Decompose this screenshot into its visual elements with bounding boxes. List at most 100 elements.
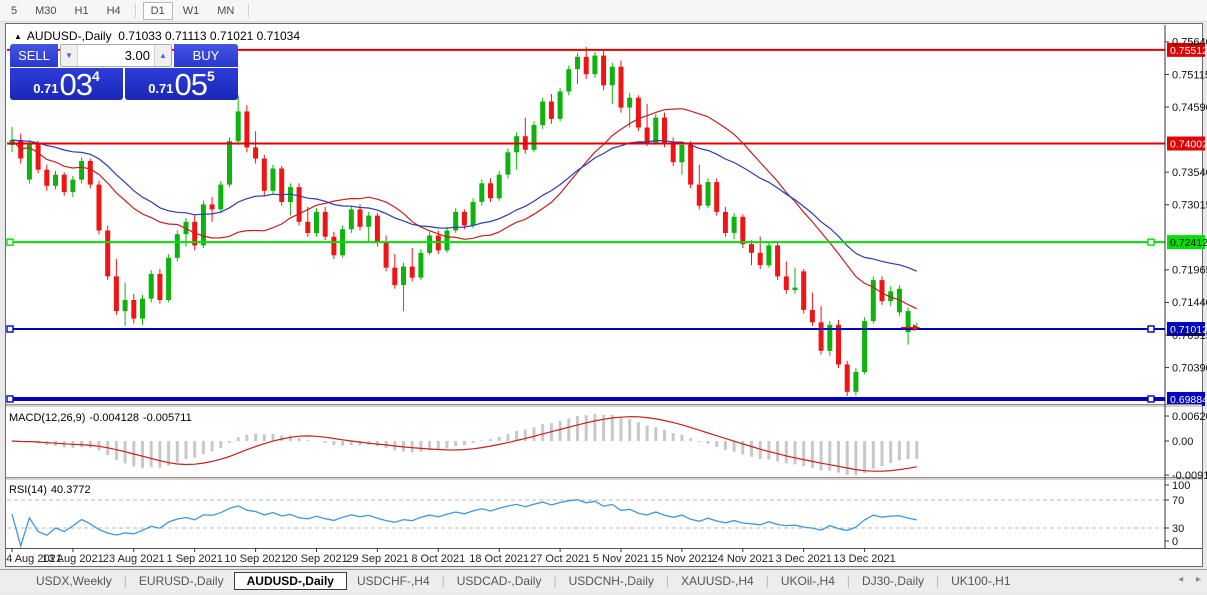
- date-axis-label: 3 Dec 2021: [776, 553, 832, 565]
- volume-input[interactable]: [78, 45, 154, 66]
- price-badge-label: 0.74002: [1170, 139, 1207, 151]
- line-handle[interactable]: [6, 395, 14, 403]
- tab-usdx-weekly[interactable]: USDX,Weekly: [26, 572, 122, 590]
- tab-audusd-daily[interactable]: AUDUSD-,Daily: [233, 572, 347, 590]
- sell-price-big-digits: 03: [59, 67, 93, 102]
- line-handle[interactable]: [1147, 325, 1155, 333]
- period-button-h1[interactable]: H1: [67, 2, 97, 20]
- candle: [766, 245, 772, 266]
- candle: [418, 252, 424, 278]
- chart-tabs-list: USDX,Weekly | EURUSD-,Daily AUDUSD-,Daily US…: [26, 572, 1021, 590]
- candle: [601, 55, 607, 86]
- candle: [775, 245, 781, 277]
- period-button-d1[interactable]: D1: [142, 1, 173, 20]
- sell-button[interactable]: SELL: [10, 44, 58, 67]
- candle: [348, 209, 354, 230]
- candle: [557, 91, 563, 119]
- line-handle[interactable]: [6, 325, 14, 333]
- candle: [79, 161, 85, 180]
- chart-ohlc-values: 0.71033 0.71113 0.71021 0.71034: [118, 29, 301, 43]
- date-axis-label: 23 Aug 2021: [103, 553, 165, 565]
- candle: [209, 204, 215, 210]
- candle: [157, 273, 163, 300]
- period-button-mn[interactable]: MN: [209, 2, 242, 20]
- price-axis-label: 0.74590: [1172, 102, 1207, 114]
- buy-price-display[interactable]: 0.71 05 5: [125, 68, 238, 100]
- tab-ukoil-h4[interactable]: UKOil-,H4: [771, 572, 845, 590]
- candle: [131, 300, 137, 319]
- candle: [609, 66, 615, 86]
- date-axis-label: 15 Nov 2021: [651, 553, 713, 565]
- candle: [279, 168, 285, 202]
- buy-price-pip: 5: [207, 68, 215, 84]
- macd-name: MACD(12,26,9): [9, 412, 86, 424]
- tab-eurusd-daily[interactable]: EURUSD-,Daily: [129, 572, 234, 590]
- candle: [540, 101, 546, 126]
- volume-decrease-icon[interactable]: ▼: [61, 45, 78, 66]
- tab-usdchf-h4[interactable]: USDCHF-,H4: [347, 572, 440, 590]
- date-axis-label: 29 Sep 2021: [346, 553, 408, 565]
- chart-tabs: USDX,Weekly | EURUSD-,Daily AUDUSD-,Daily US…: [0, 569, 1207, 592]
- period-toolbar: 5 M30 H1 H4 D1 W1 MN: [0, 0, 1207, 22]
- candle: [670, 143, 676, 163]
- date-axis-label: 20 Sep 2021: [285, 553, 347, 565]
- candle: [401, 266, 406, 286]
- candle: [44, 169, 50, 186]
- price-axis-label: 0.70915: [1172, 330, 1207, 342]
- price-axis-label: 0.70390: [1172, 362, 1207, 374]
- candle: [305, 221, 311, 233]
- tab-usdcnh-daily[interactable]: USDCNH-,Daily: [559, 572, 664, 590]
- candle: [296, 187, 302, 222]
- period-button-w1[interactable]: W1: [175, 2, 208, 20]
- tab-usdcad-daily[interactable]: USDCAD-,Daily: [447, 572, 552, 590]
- line-handle[interactable]: [1147, 395, 1155, 403]
- candle: [140, 298, 145, 319]
- candle: [331, 236, 337, 256]
- candle: [174, 234, 180, 258]
- candle: [374, 215, 380, 243]
- candle: [592, 55, 598, 75]
- volume-increase-icon[interactable]: ▲: [154, 45, 171, 66]
- collapse-triangle-icon[interactable]: ▲: [14, 32, 22, 41]
- line-handle[interactable]: [1147, 238, 1155, 246]
- line-handle[interactable]: [6, 238, 14, 246]
- candle: [261, 158, 267, 191]
- macd-axis-label: 0.00: [1172, 436, 1193, 448]
- candle: [809, 309, 815, 323]
- candle: [627, 97, 633, 108]
- candle: [818, 322, 824, 351]
- candle: [635, 97, 641, 128]
- rsi-axis-label: 100: [1172, 480, 1190, 492]
- macd-indicator-label: MACD(12,26,9) -0.004128 -0.005711: [9, 412, 196, 424]
- period-button-m30[interactable]: M30: [27, 2, 64, 20]
- chart-window-border: [5, 23, 1203, 567]
- sell-price-display[interactable]: 0.71 03 4: [10, 68, 123, 100]
- buy-button[interactable]: BUY: [174, 44, 238, 67]
- period-button-h4[interactable]: H4: [99, 2, 129, 20]
- candle: [61, 174, 67, 193]
- tab-scroll-left-icon[interactable]: ◂: [1178, 574, 1183, 585]
- candle: [505, 152, 511, 175]
- candle: [479, 183, 485, 202]
- tab-separator: |: [123, 574, 127, 588]
- period-button-5[interactable]: 5: [3, 2, 25, 20]
- date-axis-label: 13 Aug 2021: [42, 553, 104, 565]
- candle: [218, 184, 224, 210]
- chart-title: ▲ AUDUSD-,Daily 0.71033 0.71113 0.71021 0…: [14, 29, 300, 43]
- candle: [740, 216, 746, 245]
- price-axis-label: 0.71440: [1172, 297, 1207, 309]
- candle: [357, 209, 363, 227]
- macd-axis-label: 0.006201: [1172, 411, 1207, 423]
- tab-uk100-h1[interactable]: UK100-,H1: [941, 572, 1020, 590]
- tab-dj30-daily[interactable]: DJ30-,Daily: [852, 572, 934, 590]
- candle: [409, 266, 415, 278]
- tab-xauusd-h4[interactable]: XAUUSD-,H4: [671, 572, 764, 590]
- tab-separator: |: [665, 574, 670, 588]
- tab-scroll-arrows: ◂ ▸: [1168, 574, 1201, 585]
- candle: [383, 242, 389, 268]
- candle: [366, 215, 372, 227]
- candle: [688, 144, 694, 185]
- rsi-value: 40.3772: [50, 484, 91, 496]
- tab-scroll-right-icon[interactable]: ▸: [1196, 574, 1201, 585]
- candle: [227, 141, 232, 185]
